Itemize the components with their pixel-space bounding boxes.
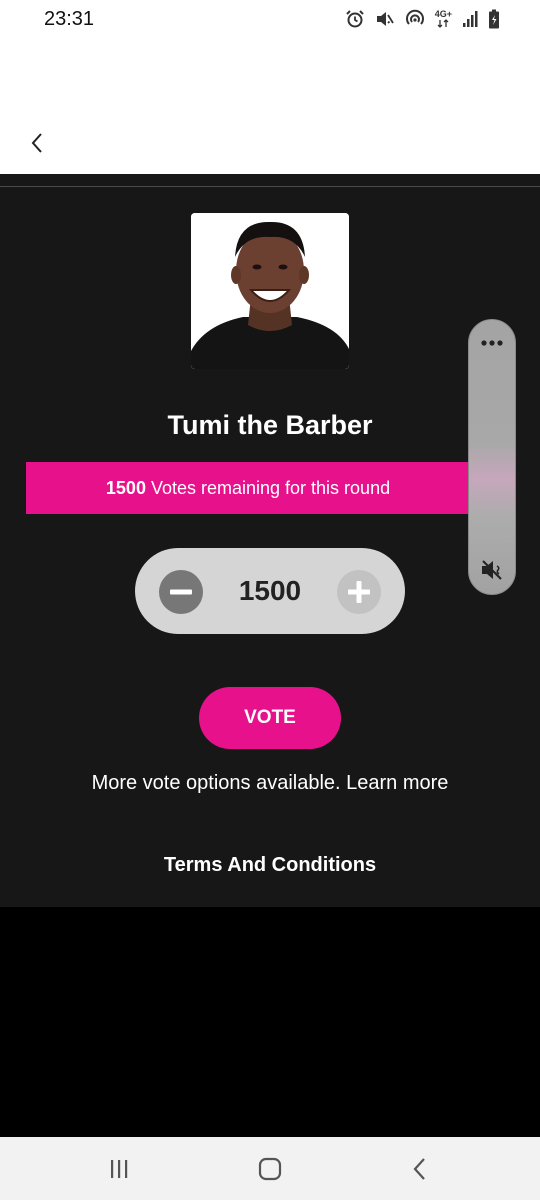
back-icon (413, 1158, 425, 1180)
more-vote-options-link[interactable]: More vote options available. Learn more (0, 772, 540, 795)
system-nav-bar (0, 1137, 540, 1200)
signal-icon (462, 10, 478, 28)
votes-remaining-banner: 1500 Votes remaining for this round (26, 462, 470, 514)
votes-remaining-text: Votes remaining for this round (150, 477, 391, 498)
back-button[interactable] (22, 128, 52, 158)
vote-content: Tumi the Barber 1500 Votes remaining for… (0, 174, 540, 907)
volume-mute-button[interactable] (480, 558, 504, 582)
recents-icon (111, 1160, 128, 1178)
status-icons: 4G+ (345, 8, 500, 30)
contestant-photo (191, 213, 349, 369)
plus-icon (348, 581, 370, 603)
network-4g-icon: 4G+ (435, 10, 452, 28)
status-bar: 23:31 4G+ (0, 0, 540, 40)
votes-remaining-count: 1500 (105, 477, 146, 498)
status-time: 23:31 (44, 8, 95, 30)
terms-and-conditions-link[interactable]: Terms And Conditions (0, 854, 540, 877)
chevron-left-icon (31, 133, 42, 153)
volume-menu-button[interactable] (469, 336, 515, 348)
volume-panel[interactable] (468, 319, 516, 595)
contestant-name: Tumi the Barber (167, 410, 373, 440)
decrease-votes-button[interactable] (159, 570, 203, 614)
alarm-icon (345, 9, 365, 29)
header-divider (0, 186, 540, 187)
minus-icon (170, 589, 192, 595)
more-dots-icon (481, 340, 503, 346)
recents-button[interactable] (104, 1155, 134, 1183)
battery-charging-icon (488, 9, 500, 29)
app-header (0, 40, 540, 174)
hotspot-icon (405, 9, 425, 29)
vote-quantity-stepper: 1500 (135, 548, 405, 634)
network-label: 4G+ (434, 9, 452, 19)
nav-back-button[interactable] (405, 1155, 435, 1183)
vote-button[interactable]: VOTE (199, 687, 341, 749)
home-icon (258, 1157, 282, 1181)
increase-votes-button[interactable] (337, 570, 381, 614)
mute-icon (375, 9, 395, 29)
home-button[interactable] (255, 1155, 285, 1183)
volume-mute-icon (482, 560, 502, 580)
